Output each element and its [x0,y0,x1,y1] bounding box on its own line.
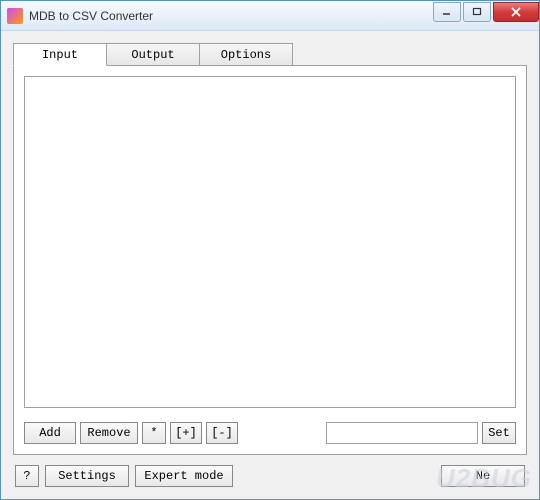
set-button[interactable]: Set [482,422,516,444]
next-button[interactable]: Ne [441,465,525,487]
close-button[interactable] [493,2,539,22]
app-window: MDB to CSV Converter Input Output Option… [0,0,540,500]
bottom-row: ? Settings Expert mode Ne [13,465,527,487]
collapse-button[interactable]: [-] [206,422,238,444]
app-icon [7,8,23,24]
expand-button[interactable]: [+] [170,422,202,444]
tab-input[interactable]: Input [13,43,107,66]
window-controls [431,2,539,22]
add-button[interactable]: Add [24,422,76,444]
maximize-button[interactable] [463,2,491,22]
tab-strip: Input Output Options [13,43,527,65]
wildcard-button[interactable]: * [142,422,166,444]
help-button[interactable]: ? [15,465,39,487]
window-title: MDB to CSV Converter [29,9,431,23]
minimize-icon [442,7,452,17]
input-button-row: Add Remove * [+] [-] Set [24,422,516,444]
titlebar[interactable]: MDB to CSV Converter [1,1,539,31]
remove-button[interactable]: Remove [80,422,138,444]
close-icon [510,7,522,17]
settings-button[interactable]: Settings [45,465,129,487]
expert-mode-button[interactable]: Expert mode [135,465,233,487]
minimize-button[interactable] [433,2,461,22]
tab-output[interactable]: Output [106,43,200,65]
maximize-icon [472,7,482,17]
input-panel: Add Remove * [+] [-] Set [13,65,527,455]
tab-options[interactable]: Options [199,43,293,65]
client-area: Input Output Options Add Remove * [+] [-… [1,31,539,499]
file-listbox[interactable] [24,76,516,408]
path-input[interactable] [326,422,478,444]
